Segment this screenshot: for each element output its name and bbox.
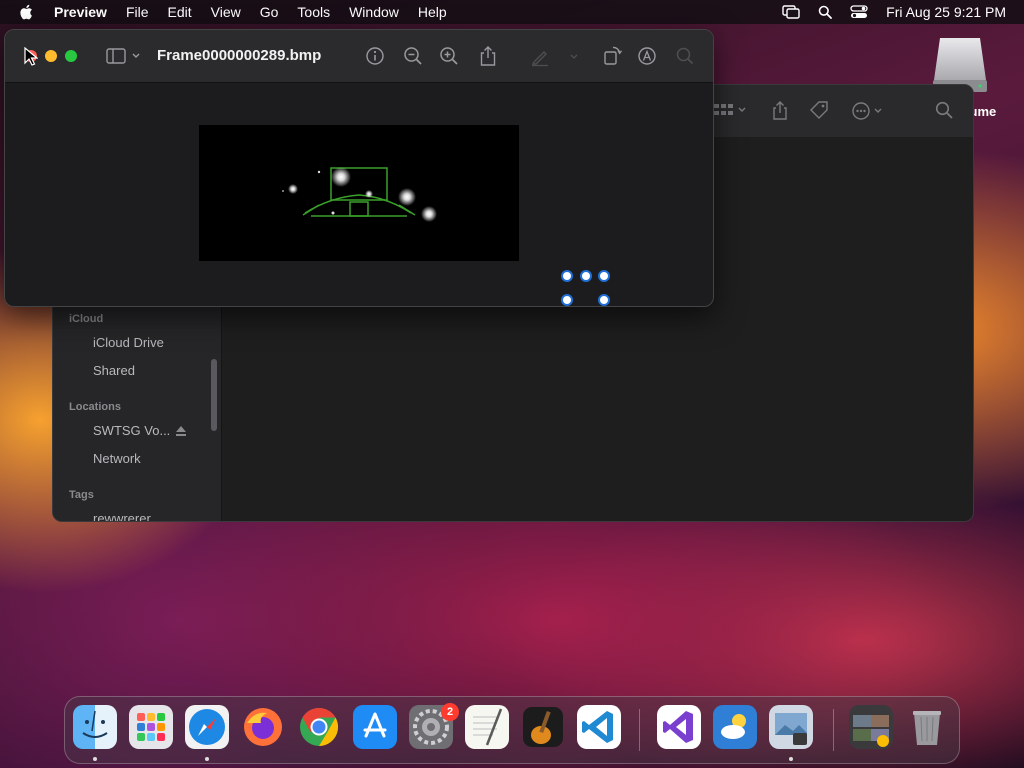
window-title: Frame0000000289.bmp — [157, 47, 322, 64]
sidebar-item-network[interactable]: Network — [93, 451, 141, 466]
vscode-icon[interactable] — [577, 705, 621, 749]
visual-studio-icon[interactable] — [657, 705, 701, 749]
minimize-button[interactable] — [45, 50, 57, 62]
info-icon[interactable] — [364, 45, 386, 67]
preview-titlebar[interactable]: Frame0000000289.bmp — [5, 30, 713, 83]
control-center-icon[interactable] — [850, 5, 868, 19]
sidebar-item-icloud-drive[interactable]: iCloud Drive — [93, 335, 164, 350]
launchpad-icon[interactable] — [129, 705, 173, 749]
weather-icon[interactable] — [713, 705, 757, 749]
mouse-pointer-icon — [24, 47, 38, 66]
resize-handle[interactable] — [561, 270, 573, 282]
menu-edit[interactable]: Edit — [168, 4, 192, 20]
sidebar-scrollbar[interactable] — [211, 359, 217, 431]
running-indicator — [205, 757, 209, 761]
sidebar-item-tag[interactable]: rewwrerer — [93, 511, 151, 521]
zoom-out-icon[interactable] — [402, 45, 424, 67]
highlight-pen-icon[interactable] — [529, 45, 551, 67]
sidebar-section-tags: Tags — [69, 489, 94, 501]
menu-file[interactable]: File — [126, 4, 149, 20]
menu-bar: Preview File Edit View Go Tools Window H… — [0, 0, 1024, 24]
menu-tools[interactable]: Tools — [297, 4, 330, 20]
menu-help[interactable]: Help — [418, 4, 447, 20]
resize-handle[interactable] — [561, 294, 573, 306]
tag-icon[interactable] — [809, 101, 829, 121]
trash-icon[interactable] — [905, 705, 949, 749]
share-icon[interactable] — [477, 45, 499, 67]
resize-handle[interactable] — [598, 294, 610, 306]
menu-view[interactable]: View — [211, 4, 241, 20]
action-menu-icon[interactable] — [851, 101, 887, 121]
share-icon[interactable] — [771, 101, 789, 121]
menu-app-name[interactable]: Preview — [54, 4, 107, 20]
screen-mirroring-icon[interactable] — [782, 5, 800, 19]
image-canvas[interactable] — [199, 125, 519, 261]
finder-search-icon[interactable] — [935, 101, 953, 119]
rendered-frame-image — [199, 125, 519, 261]
apple-icon[interactable] — [18, 3, 36, 21]
textedit-icon[interactable] — [465, 705, 509, 749]
eject-icon[interactable] — [175, 425, 187, 437]
rotate-icon[interactable] — [601, 45, 623, 67]
view-options-icon[interactable] — [713, 101, 747, 119]
sidebar-item-shared[interactable]: Shared — [93, 363, 135, 378]
app-store-icon[interactable] — [353, 705, 397, 749]
dock-separator — [833, 709, 834, 751]
menu-window[interactable]: Window — [349, 4, 399, 20]
running-indicator — [789, 757, 793, 761]
menubar-clock[interactable]: Fri Aug 25 9:21 PM — [886, 4, 1006, 20]
zoom-button[interactable] — [65, 50, 77, 62]
highlight-menu-chevron-icon[interactable] — [567, 45, 581, 67]
safari-icon[interactable] — [185, 705, 229, 749]
resize-handle[interactable] — [580, 270, 592, 282]
dock-separator — [639, 709, 640, 751]
finder-icon[interactable] — [73, 705, 117, 749]
sidebar-toggle-icon[interactable] — [105, 45, 145, 67]
garageband-icon[interactable] — [521, 705, 565, 749]
search-icon[interactable] — [674, 45, 696, 67]
chrome-icon[interactable] — [297, 705, 341, 749]
zoom-in-icon[interactable] — [438, 45, 460, 67]
resize-handle[interactable] — [598, 270, 610, 282]
preview-icon[interactable] — [769, 705, 813, 749]
sidebar-item-swtsg-volume[interactable]: SWTSG Vo... — [93, 423, 170, 438]
sidebar-section-locations: Locations — [69, 401, 121, 413]
dock: 2 — [64, 696, 960, 764]
firefox-icon[interactable] — [241, 705, 285, 749]
stack-icon[interactable] — [849, 705, 893, 749]
running-indicator — [93, 757, 97, 761]
preview-window: Frame0000000289.bmp — [4, 29, 714, 307]
sidebar-section-icloud: iCloud — [69, 313, 104, 325]
menu-go[interactable]: Go — [260, 4, 279, 20]
spotlight-search-icon[interactable] — [818, 5, 833, 19]
notification-badge: 2 — [441, 703, 459, 721]
markup-icon[interactable] — [636, 45, 658, 67]
